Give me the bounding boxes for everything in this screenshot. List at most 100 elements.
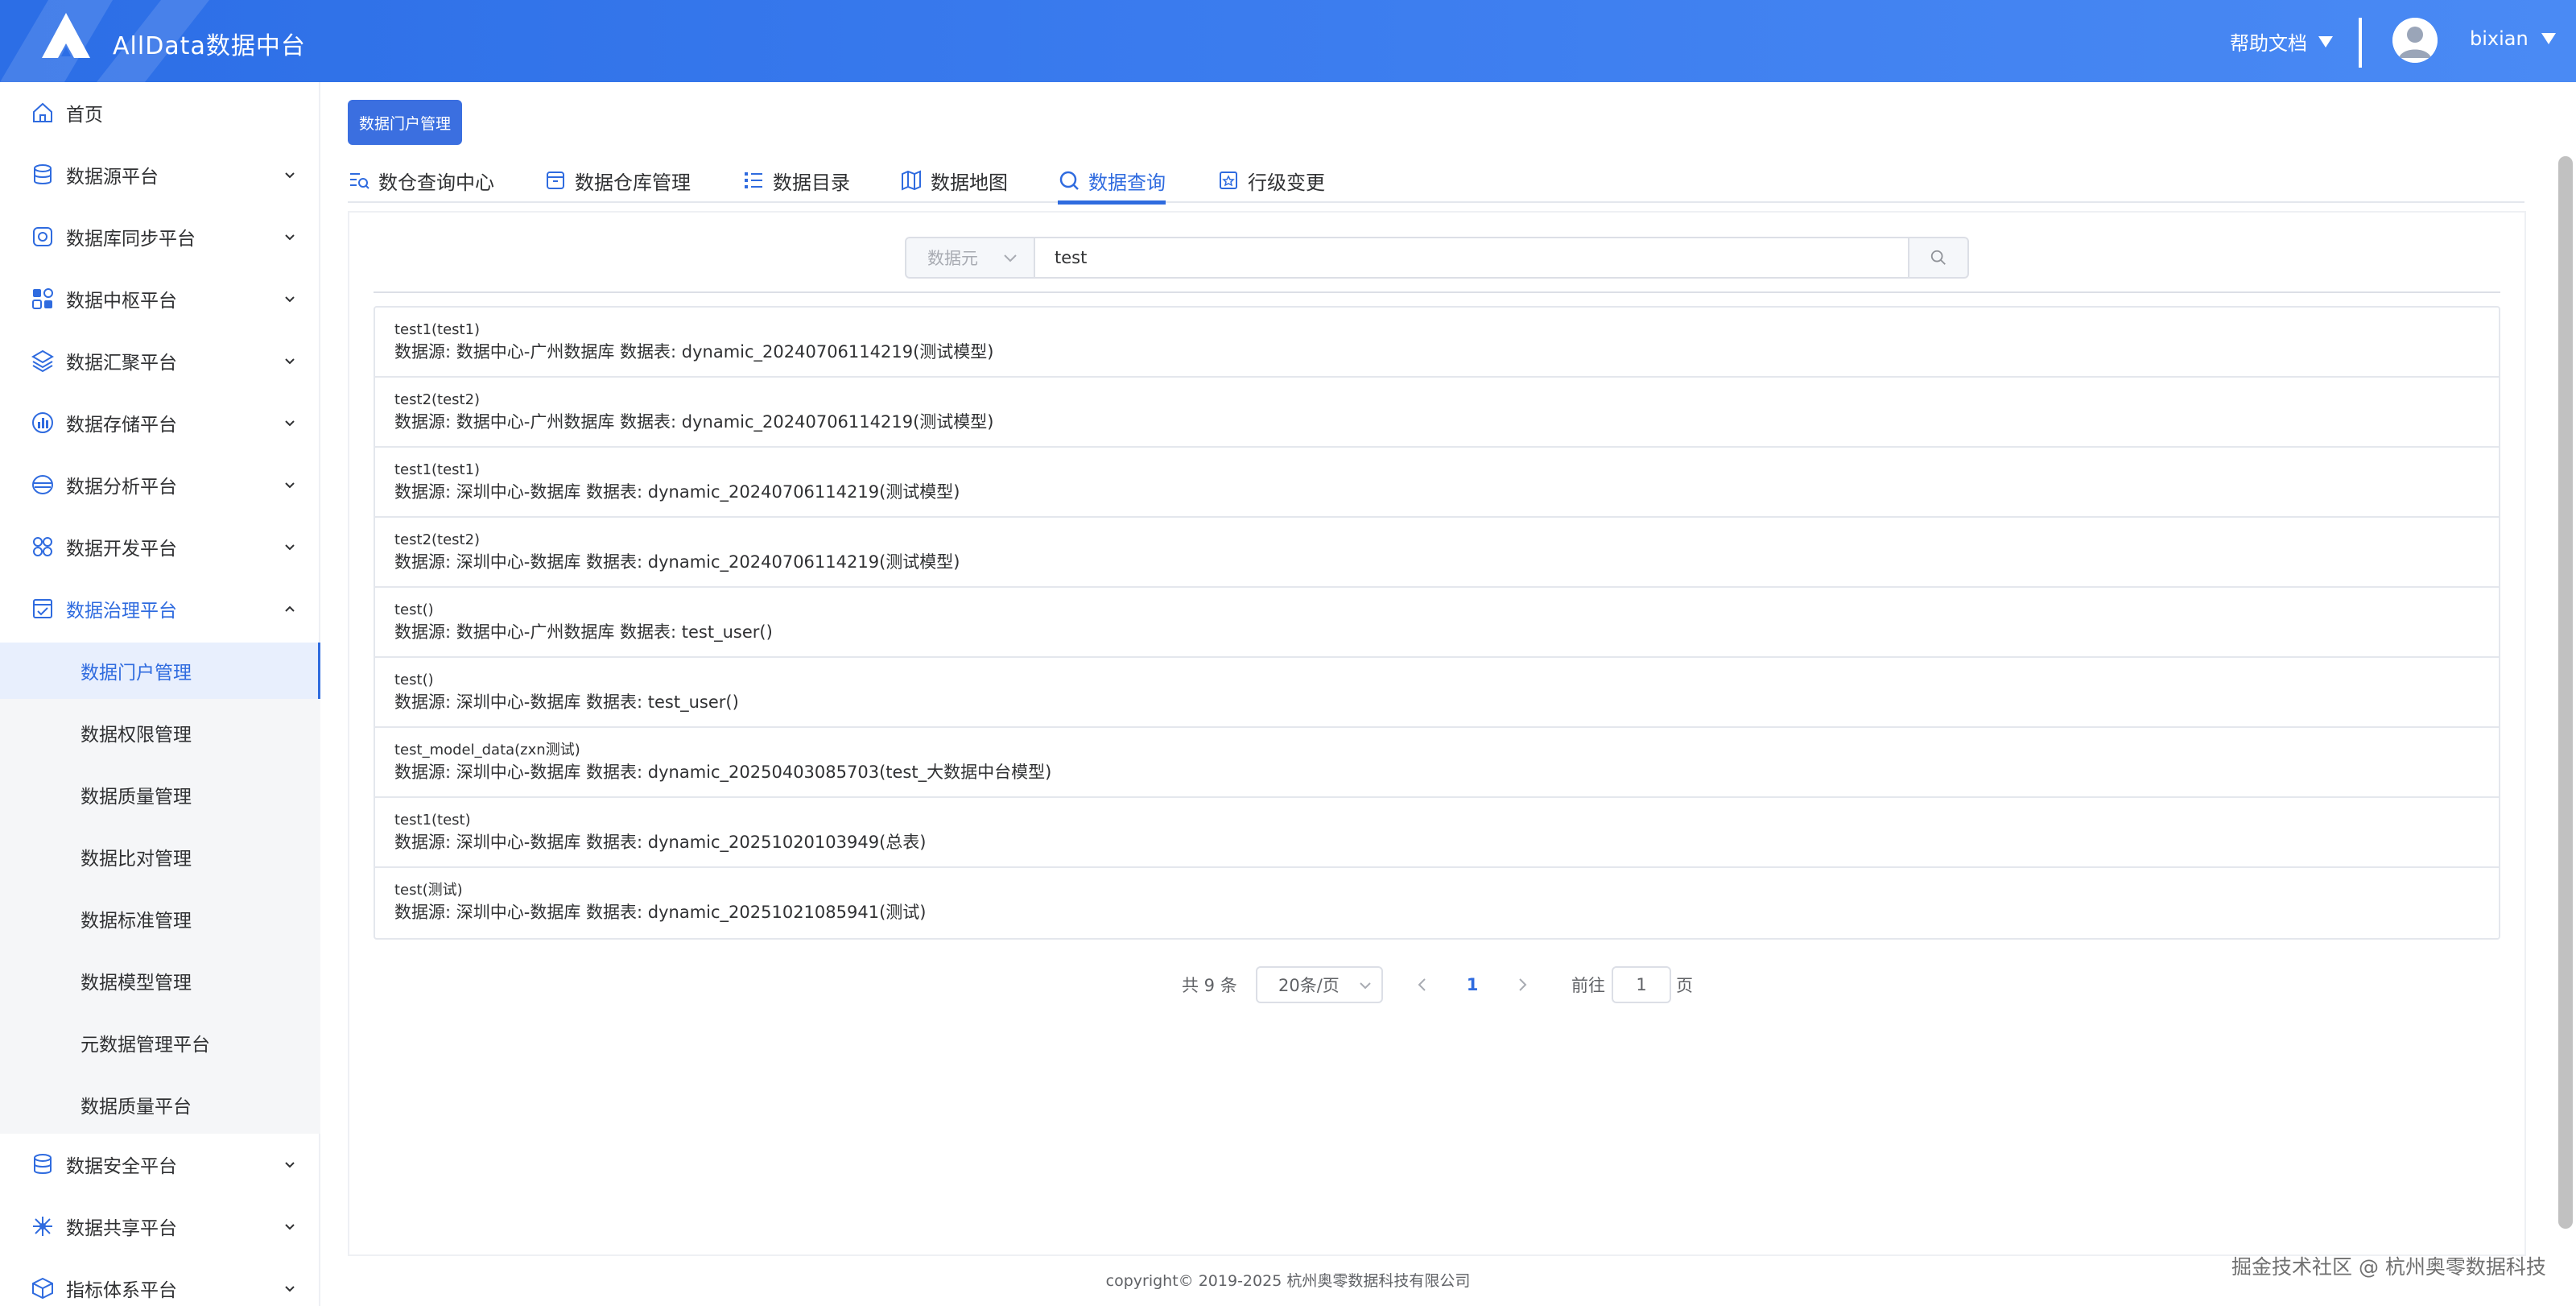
result-item[interactable]: test1(test1) 数据源: 数据中心-广州数据库 数据表: dynami…: [375, 308, 2499, 378]
chevron-down-icon: [285, 544, 295, 551]
sidebar-item-label: 数据治理平台: [66, 601, 177, 622]
prev-page-icon[interactable]: [1412, 974, 1433, 995]
submenu-item-model[interactable]: 数据模型管理: [0, 953, 320, 1009]
tab-data-catalog[interactable]: 数据目录: [742, 158, 850, 203]
page-number-current[interactable]: 1: [1462, 966, 1483, 1003]
search-divider: [374, 291, 2500, 293]
submenu-item-metadata[interactable]: 元数据管理平台: [0, 1015, 320, 1071]
chevron-down-icon: [285, 1162, 295, 1168]
sidebar-item-home[interactable]: 首页: [0, 82, 320, 143]
next-page-icon[interactable]: [1512, 974, 1533, 995]
pagination-total: 共 9 条: [1182, 976, 1237, 995]
header-divider: [2359, 18, 2362, 68]
result-desc: 数据源: 深圳中心-数据库 数据表: dynamic_2025040308570…: [394, 763, 1052, 782]
chevron-up-icon: [285, 605, 295, 612]
submenu-item-quality[interactable]: 数据质量管理: [0, 767, 320, 823]
submenu-item-label: 元数据管理平台: [80, 1035, 210, 1056]
goto-suffix: 页: [1676, 976, 1693, 995]
result-item[interactable]: test_model_data(zxn测试) 数据源: 深圳中心-数据库 数据表…: [375, 728, 2499, 798]
sidebar-item-label: 数据汇聚平台: [66, 353, 177, 374]
sidebar-item-label: 数据共享平台: [66, 1218, 177, 1239]
result-title: test1(test1): [394, 321, 481, 338]
submenu-item-standard[interactable]: 数据标准管理: [0, 891, 320, 947]
sidebar: 首页 数据源平台 数据库同步平台 数据中枢平台 数据汇聚平台 数据存储平台 数据…: [0, 82, 320, 1306]
submenu-item-label: 数据质量平台: [80, 1097, 192, 1118]
chevron-down-icon: [285, 420, 295, 427]
tab-warehouse-management[interactable]: 数据仓库管理: [544, 158, 691, 203]
tab-row-change[interactable]: 行级变更: [1217, 158, 1325, 203]
search-list-icon: [350, 173, 369, 189]
sidebar-item-label: 数据存储平台: [66, 415, 177, 436]
sidebar-item-sharing[interactable]: 数据共享平台: [0, 1196, 320, 1257]
help-docs-menu[interactable]: 帮助文档: [2230, 27, 2333, 56]
result-title: test2(test2): [394, 391, 481, 408]
sidebar-item-security[interactable]: 数据安全平台: [0, 1134, 320, 1195]
submenu-item-portal[interactable]: 数据门户管理: [0, 643, 320, 699]
sidebar-item-hub[interactable]: 数据中枢平台: [0, 268, 320, 329]
result-desc: 数据源: 深圳中心-数据库 数据表: dynamic_2024070611421…: [394, 552, 960, 572]
tab-label: 行级变更: [1248, 171, 1325, 194]
tab-bar: 数仓查询中心 数据仓库管理 数据目录 数据地图 数据查询 行级变更: [348, 158, 2524, 205]
chevron-down-icon: [1004, 254, 1017, 262]
caret-down-icon: [2318, 35, 2333, 48]
result-item[interactable]: test2(test2) 数据源: 深圳中心-数据库 数据表: dynamic_…: [375, 518, 2499, 588]
result-desc: 数据源: 数据中心-广州数据库 数据表: dynamic_20240706114…: [394, 342, 994, 362]
sidebar-item-governance[interactable]: 数据治理平台: [0, 578, 320, 639]
submenu-item-label: 数据模型管理: [80, 973, 192, 994]
result-desc: 数据源: 深圳中心-数据库 数据表: dynamic_2024070611421…: [394, 482, 960, 502]
result-item[interactable]: test2(test2) 数据源: 数据中心-广州数据库 数据表: dynami…: [375, 378, 2499, 448]
database-icon: [34, 164, 52, 184]
tab-label: 数据目录: [773, 171, 850, 194]
caret-down-icon: [2541, 33, 2556, 44]
sync-icon: [33, 227, 52, 246]
sidebar-item-label: 数据中枢平台: [66, 291, 177, 312]
result-title: test1(test): [394, 812, 471, 829]
avatar[interactable]: [2392, 18, 2438, 63]
analysis-icon: [32, 475, 53, 494]
map-icon: [902, 170, 921, 191]
user-menu[interactable]: bixian: [2470, 27, 2556, 50]
search-input[interactable]: [1035, 237, 1909, 279]
goto-prefix: 前往: [1571, 976, 1605, 995]
goto-page-input[interactable]: [1612, 966, 1671, 1003]
page-scrollbar[interactable]: [2558, 156, 2573, 1229]
sidebar-item-datasource[interactable]: 数据源平台: [0, 144, 320, 205]
tab-data-map[interactable]: 数据地图: [900, 158, 1008, 203]
result-item[interactable]: test(测试) 数据源: 深圳中心-数据库 数据表: dynamic_2025…: [375, 868, 2499, 938]
result-desc: 数据源: 深圳中心-数据库 数据表: dynamic_2025102010394…: [394, 833, 927, 852]
result-item[interactable]: test1(test) 数据源: 深圳中心-数据库 数据表: dynamic_2…: [375, 798, 2499, 868]
submenu-item-permission[interactable]: 数据权限管理: [0, 705, 320, 761]
result-title: test2(test2): [394, 531, 481, 548]
list-icon: [745, 172, 762, 188]
sidebar-item-storage[interactable]: 数据存储平台: [0, 392, 320, 453]
sidebar-item-analysis[interactable]: 数据分析平台: [0, 454, 320, 515]
tab-warehouse-query[interactable]: 数仓查询中心: [348, 158, 494, 203]
result-title: test_model_data(zxn测试): [394, 742, 580, 758]
result-item[interactable]: test() 数据源: 深圳中心-数据库 数据表: test_user(): [375, 658, 2499, 728]
submenu-item-label: 数据质量管理: [80, 787, 192, 808]
sidebar-item-label: 数据库同步平台: [66, 229, 196, 250]
search-button[interactable]: [1909, 237, 1969, 279]
result-item[interactable]: test() 数据源: 数据中心-广州数据库 数据表: test_user(): [375, 588, 2499, 658]
submenu-item-quality-platform[interactable]: 数据质量平台: [0, 1077, 320, 1133]
page-size-select[interactable]: 20条/页: [1256, 966, 1383, 1003]
portal-management-button[interactable]: 数据门户管理: [348, 100, 462, 145]
sidebar-item-development[interactable]: 数据开发平台: [0, 516, 320, 577]
tab-data-query[interactable]: 数据查询: [1058, 158, 1166, 205]
user-avatar-icon: [2392, 18, 2438, 63]
sidebar-item-aggregation[interactable]: 数据汇聚平台: [0, 330, 320, 391]
help-docs-label: 帮助文档: [2230, 32, 2307, 55]
governance-icon: [33, 599, 52, 618]
sidebar-item-label: 数据分析平台: [66, 477, 177, 498]
username: bixian: [2470, 27, 2529, 50]
result-desc: 数据源: 深圳中心-数据库 数据表: test_user(): [394, 692, 739, 712]
sidebar-item-label: 数据安全平台: [66, 1156, 177, 1177]
search-type-value: 数据元: [927, 249, 978, 268]
sidebar-item-label: 数据源平台: [66, 167, 159, 188]
result-item[interactable]: test1(test1) 数据源: 深圳中心-数据库 数据表: dynamic_…: [375, 448, 2499, 518]
search-type-select[interactable]: 数据元: [905, 237, 1035, 279]
result-list: test1(test1) 数据源: 数据中心-广州数据库 数据表: dynami…: [374, 306, 2500, 940]
submenu-item-compare[interactable]: 数据比对管理: [0, 829, 320, 885]
top-header: AllData数据中台 帮助文档 bixian: [0, 0, 2576, 82]
sidebar-item-db-sync[interactable]: 数据库同步平台: [0, 206, 320, 267]
